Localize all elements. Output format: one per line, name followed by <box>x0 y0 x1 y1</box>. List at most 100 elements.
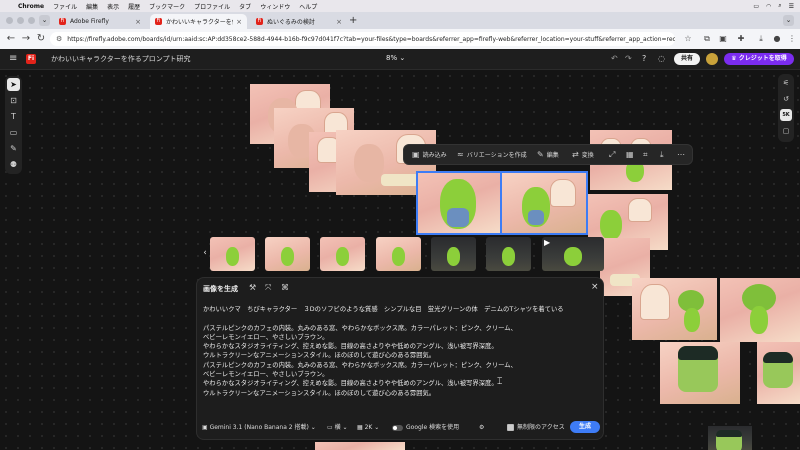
transform-button[interactable]: ⇄ 変換 <box>572 145 594 164</box>
pen-tool-icon[interactable]: ✎ <box>7 142 20 155</box>
create-variation-button[interactable]: ≈ バリエーションを作成 <box>457 145 527 164</box>
reference-image-icon[interactable]: ⌘ <box>281 283 289 292</box>
generated-image-broccoli-2[interactable] <box>720 278 800 342</box>
wifi-icon[interactable]: ◠ <box>766 3 771 10</box>
more-tools-icon[interactable]: ⚉ <box>7 158 20 171</box>
back-icon[interactable]: ← <box>5 33 17 45</box>
close-icon[interactable]: × <box>135 18 141 26</box>
get-credits-button[interactable]: ♛ クレジットを取得 <box>724 53 794 65</box>
menu-profile[interactable]: プロファイル <box>194 2 230 11</box>
toggle-switch[interactable] <box>392 424 403 431</box>
image-read-icon: ▣ <box>412 150 420 159</box>
window-controls[interactable] <box>6 17 35 24</box>
generated-image-green-bear-selected-1[interactable] <box>416 171 502 235</box>
expand-icon[interactable]: ⤧ <box>265 283 271 293</box>
generated-image-broccoli-1[interactable] <box>632 278 717 340</box>
menu-window[interactable]: ウィンドウ <box>260 2 290 11</box>
model-select[interactable]: ▣ Gemini 3.1 (Nano Banana 2 搭載) ⌄ <box>202 423 316 433</box>
google-search-toggle[interactable]: Google 検索を使用 <box>392 423 459 433</box>
settings-gear-icon[interactable]: ⚙ <box>479 423 484 433</box>
extensions-puzzle-icon[interactable]: ✚ <box>736 34 746 44</box>
tab-adobe-firefly[interactable]: Fi Adobe Firefly × <box>54 14 146 29</box>
status-icon-1[interactable]: ▭ <box>753 3 759 10</box>
more-options-icon[interactable]: ⋯ <box>677 145 688 164</box>
window-zoom-button[interactable] <box>28 17 35 24</box>
tab-list-icon[interactable]: ⌄ <box>783 15 794 26</box>
download-icon[interactable]: ⤓ <box>756 34 766 44</box>
crop-icon[interactable]: ⌗ <box>643 145 651 164</box>
share-button[interactable]: 共有 <box>674 53 700 65</box>
url-field[interactable]: ⚙ https://firefly.adobe.com/boards/id/ur… <box>50 32 675 46</box>
image-icon[interactable]: ▦ <box>626 145 637 164</box>
generated-image-green-bear-selected-2[interactable] <box>500 171 588 235</box>
close-icon[interactable]: × <box>591 282 599 292</box>
hamburger-menu-icon[interactable]: ≡ <box>9 53 17 64</box>
unlimited-access-checkbox[interactable]: 無制限のアクセス <box>507 423 565 433</box>
extension-icon-1[interactable]: ⧉ <box>702 34 712 44</box>
extension-icon-2[interactable]: ▣ <box>718 34 728 44</box>
play-icon[interactable]: ▶ <box>544 238 554 248</box>
close-icon[interactable]: × <box>236 18 242 26</box>
panel-badge[interactable]: 5K <box>780 109 792 121</box>
thumbnail[interactable] <box>486 237 531 271</box>
aspect-ratio-select[interactable]: ▭ 横 ⌄ <box>327 423 348 433</box>
redo-icon[interactable]: ↷ <box>625 53 632 65</box>
thumbnail[interactable] <box>320 237 365 271</box>
menu-tab[interactable]: タブ <box>239 2 251 11</box>
avatar[interactable] <box>706 53 718 65</box>
menu-bookmarks[interactable]: ブックマーク <box>149 2 185 11</box>
chevron-left-icon[interactable]: ‹ <box>200 246 210 260</box>
chrome-menu-icon[interactable]: ⋮ <box>787 34 797 44</box>
thumbnail[interactable] <box>431 237 476 271</box>
menu-edit[interactable]: 編集 <box>86 2 98 11</box>
menu-chrome[interactable]: Chrome <box>18 3 44 10</box>
window-close-button[interactable] <box>6 17 13 24</box>
frame-tool-icon[interactable]: ⊡ <box>7 94 20 107</box>
board-title[interactable]: かわいいキャラクターを作るプロンプト研究 <box>51 54 191 64</box>
help-icon[interactable]: ? <box>642 53 646 65</box>
generated-image-frankenstein-1[interactable] <box>660 342 740 404</box>
generated-image-bottom-partial[interactable] <box>315 442 405 450</box>
menu-view[interactable]: 表示 <box>107 2 119 11</box>
select-tool-icon[interactable]: ➤ <box>7 78 20 91</box>
tab-board[interactable]: Fi かわいいキャラクターを作るプロ… × <box>150 14 247 29</box>
comment-icon[interactable]: ▢ <box>780 125 792 137</box>
thumbnail[interactable] <box>210 237 255 271</box>
new-tab-button[interactable]: + <box>349 15 357 26</box>
download-icon[interactable]: ⤓ <box>660 145 667 164</box>
checkbox[interactable] <box>507 424 514 431</box>
resolution-select[interactable]: ▦ 2K ⌄ <box>357 423 379 433</box>
close-icon[interactable]: × <box>336 18 342 26</box>
menu-help[interactable]: ヘルプ <box>299 2 317 11</box>
text-tool-icon[interactable]: T <box>7 110 20 123</box>
edit-button[interactable]: ✎ 編集 <box>537 145 559 164</box>
undo-icon[interactable]: ↶ <box>611 53 618 65</box>
menu-history[interactable]: 履歴 <box>128 2 140 11</box>
search-icon[interactable]: ⌕ <box>778 2 781 10</box>
firefly-logo[interactable]: Fi <box>26 54 36 64</box>
generate-button[interactable]: 生成 <box>570 421 600 433</box>
forward-icon[interactable]: → <box>20 33 32 45</box>
site-settings-icon[interactable]: ⚙ <box>56 35 62 43</box>
history-icon[interactable]: ↺ <box>780 93 792 105</box>
reload-icon[interactable]: ↻ <box>35 33 47 45</box>
generated-image-frankenstein-2[interactable] <box>757 342 800 404</box>
adjust-icon[interactable]: ⚟ <box>780 77 792 89</box>
style-brush-icon[interactable]: ⚒ <box>249 283 256 292</box>
shape-tool-icon[interactable]: ▭ <box>7 126 20 139</box>
tab-plush[interactable]: Fi ぬいぐるみの検討 × <box>251 14 347 29</box>
window-minimize-button[interactable] <box>17 17 24 24</box>
lightbulb-icon[interactable]: ◌ <box>658 53 665 65</box>
thumbnail[interactable] <box>376 237 421 271</box>
bookmark-star-icon[interactable]: ☆ <box>683 34 693 44</box>
generated-image-frankenstein-3[interactable] <box>708 426 752 450</box>
profile-icon[interactable]: ● <box>772 34 782 44</box>
thumbnail[interactable] <box>265 237 310 271</box>
resize-icon[interactable]: ⤢ <box>609 145 618 164</box>
prompt-input[interactable]: かわいいクマ ちびキャラクター ３Dのソフビのような質感 シンプルな目 蛍光グリ… <box>203 305 598 398</box>
control-center-icon[interactable]: ☰ <box>789 3 794 10</box>
menu-file[interactable]: ファイル <box>53 2 77 11</box>
tab-search-icon[interactable]: ⌄ <box>39 15 50 26</box>
zoom-level-dropdown[interactable]: 8% ⌄ <box>386 54 405 62</box>
read-in-button[interactable]: ▣ 読み込み <box>412 145 447 164</box>
